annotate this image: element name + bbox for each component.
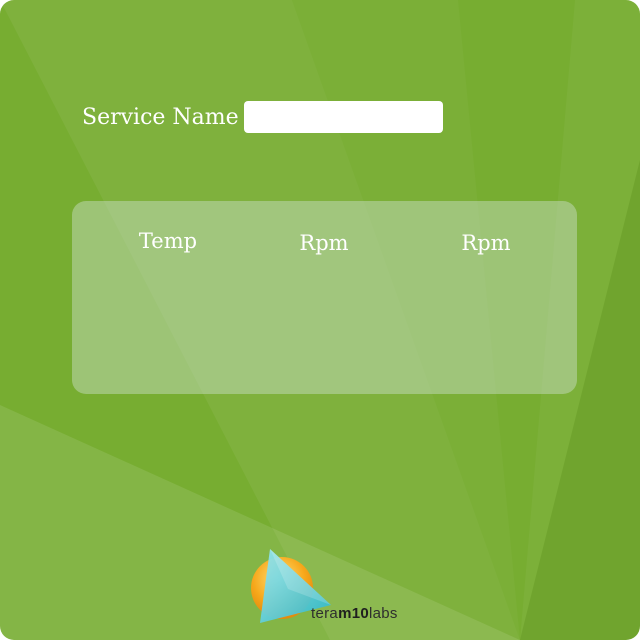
logo-text-labs: labs [369,605,398,622]
rpm-column-header-2: Rpm [461,231,511,255]
service-name-label: Service Name [82,105,239,130]
logo-text-tera: tera [311,605,339,622]
rpm-column-header: Rpm [299,231,349,255]
logo-text-m10: m10 [338,605,369,622]
logo-wordmark: teram10labs [311,605,398,623]
temp-column-header: Temp [138,229,198,253]
service-name-input[interactable] [244,101,443,133]
app-frame: Service Name Temp Rpm Rpm teram10labs [0,0,640,640]
teram10labs-logo: teram10labs [248,545,420,627]
readings-panel: Temp Rpm Rpm [72,201,577,394]
